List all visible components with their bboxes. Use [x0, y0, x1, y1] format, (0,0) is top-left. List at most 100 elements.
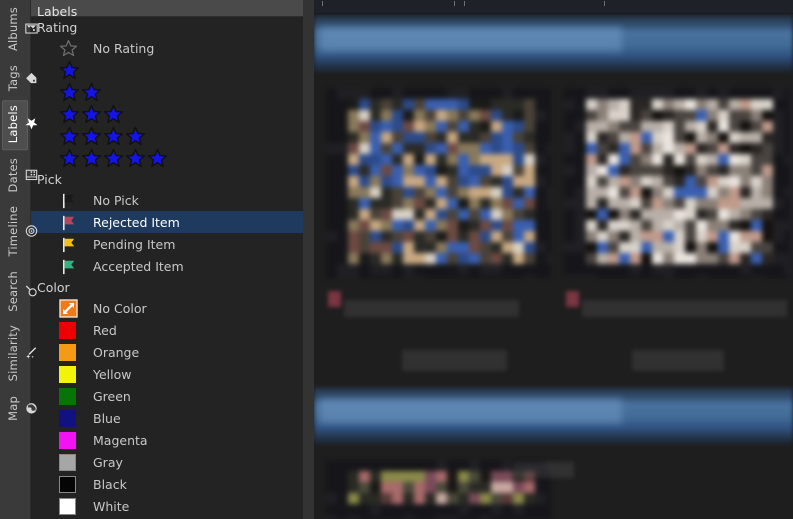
- pick-item-rejected[interactable]: Rejected Item: [31, 211, 303, 233]
- sidebar-tab-label: Dates: [6, 157, 20, 193]
- pick-item-label: Accepted Item: [93, 258, 184, 274]
- toolbar-tick: [454, 1, 455, 6]
- star-icon: [59, 104, 80, 125]
- color-item-label: Magenta: [93, 432, 148, 448]
- sidebar-tab-label: Tags: [6, 65, 20, 92]
- color-item-label: Green: [93, 388, 131, 404]
- pick-item-accepted[interactable]: Accepted Item: [31, 255, 303, 277]
- sidebar-tab-label: Labels: [6, 105, 20, 144]
- color-item-label: Gray: [93, 454, 123, 470]
- group-header-band[interactable]: [314, 16, 793, 72]
- sidebar-tab-label: Search: [6, 270, 20, 312]
- star-icon: [103, 104, 124, 125]
- toolbar-tick: [322, 1, 323, 6]
- wand-icon: [25, 347, 38, 360]
- rating-item-5-stars[interactable]: [31, 147, 303, 169]
- color-item-label: Black: [93, 476, 127, 492]
- band-sheen: [320, 26, 622, 52]
- color-swatch-icon: [59, 409, 89, 427]
- thumbnail-subcaption: [402, 350, 507, 371]
- star-icon: [81, 82, 102, 103]
- thumbnail-item[interactable]: [326, 88, 551, 278]
- band-sheen: [320, 398, 622, 424]
- color-item-gray[interactable]: Gray: [31, 451, 303, 473]
- sidebar-tab-similarity[interactable]: Similarity: [2, 320, 37, 388]
- star-icon: [59, 82, 80, 103]
- color-swatch-icon: [59, 497, 89, 515]
- color-item-orange[interactable]: Orange: [31, 341, 303, 363]
- color-swatch-icon: [59, 343, 89, 361]
- thumbnail-caption: [582, 300, 787, 317]
- sidebar-tab-dates[interactable]: Dates: [2, 153, 38, 199]
- color-item-white[interactable]: White: [31, 495, 303, 517]
- color-swatch-icon: [59, 387, 89, 405]
- rating-item-3-stars[interactable]: [31, 103, 303, 125]
- color-item-label: Orange: [93, 344, 140, 360]
- rating-item-no-rating[interactable]: No Rating: [31, 37, 303, 59]
- thumbnail-subcaption: [632, 350, 724, 371]
- star-icon: [81, 126, 102, 147]
- tag-icon: [25, 72, 38, 85]
- search-icon: [25, 284, 38, 297]
- thumbnail-subcaption: [514, 462, 574, 478]
- star-icon: [147, 148, 168, 169]
- pick-group-title: Pick: [37, 172, 62, 187]
- star-icon: [125, 148, 146, 169]
- sidebar-tab-albums[interactable]: Albums: [2, 2, 38, 58]
- color-swatch-icon: [59, 453, 89, 471]
- color-item-label: Yellow: [93, 366, 132, 382]
- group-header-band[interactable]: [314, 388, 793, 444]
- color-swatch-icon: [59, 365, 89, 383]
- color-swatch-icon: [59, 431, 89, 449]
- toolbar-strip: [314, 0, 793, 14]
- star-icon: [81, 148, 102, 169]
- labels-panel-body: Rating No Rating Pick No Pick Rejected I…: [31, 17, 303, 519]
- star-icon: [125, 126, 146, 147]
- thumbnail-grid[interactable]: [314, 0, 793, 519]
- color-item-red[interactable]: Red: [31, 319, 303, 341]
- sidebar-tab-label: Albums: [6, 7, 20, 52]
- rating-item-4-stars[interactable]: [31, 125, 303, 147]
- pick-item-no-pick[interactable]: No Pick: [31, 189, 303, 211]
- star-icon: [81, 104, 102, 125]
- toolbar-tick: [464, 1, 465, 6]
- color-item-no-color[interactable]: No Color: [31, 297, 303, 319]
- pick-item-pending[interactable]: Pending Item: [31, 233, 303, 255]
- color-item-black[interactable]: Black: [31, 473, 303, 495]
- star-icon: [59, 60, 80, 81]
- color-item-label: No Color: [93, 300, 147, 316]
- thumbnail-item[interactable]: [564, 88, 789, 278]
- color-item-label: Blue: [93, 410, 121, 426]
- color-swatch-icon: [59, 475, 89, 493]
- sidebar-tab-search[interactable]: Search: [2, 266, 37, 319]
- color-item-magenta[interactable]: Magenta: [31, 429, 303, 451]
- sidebar-tab-labels[interactable]: Labels: [2, 100, 38, 151]
- sidebar-tab-timeline[interactable]: Timeline: [2, 201, 38, 264]
- rating-item-2-stars[interactable]: [31, 81, 303, 103]
- star-icon: [59, 148, 80, 169]
- flag-icon: [59, 191, 89, 210]
- flag-icon: [59, 213, 89, 232]
- calendar-icon: [25, 168, 38, 181]
- flag-icon: [59, 235, 89, 254]
- pick-item-label: Rejected Item: [93, 214, 180, 230]
- star-outline-icon: [59, 39, 89, 58]
- rating-item-1-star[interactable]: [31, 59, 303, 81]
- toolbar-tick: [604, 1, 605, 6]
- sidebar-tab-tags[interactable]: Tags: [2, 60, 37, 98]
- panel-splitter[interactable]: [303, 0, 314, 519]
- star-icon: [59, 126, 80, 147]
- sidebar-tab-label: Map: [6, 395, 20, 421]
- sidebar-tab-map[interactable]: Map: [2, 391, 37, 428]
- thumbnail-flag-icon: [328, 291, 341, 307]
- star-icon: [25, 118, 38, 131]
- rating-group-title: Rating: [37, 20, 78, 35]
- thumbnail-caption: [344, 300, 519, 317]
- star-icon: [103, 148, 124, 169]
- color-item-blue[interactable]: Blue: [31, 407, 303, 429]
- pick-item-label: No Pick: [93, 192, 139, 208]
- albums-icon: [25, 23, 38, 36]
- color-item-green[interactable]: Green: [31, 385, 303, 407]
- sidebar-tab-label: Similarity: [6, 325, 20, 382]
- color-item-yellow[interactable]: Yellow: [31, 363, 303, 385]
